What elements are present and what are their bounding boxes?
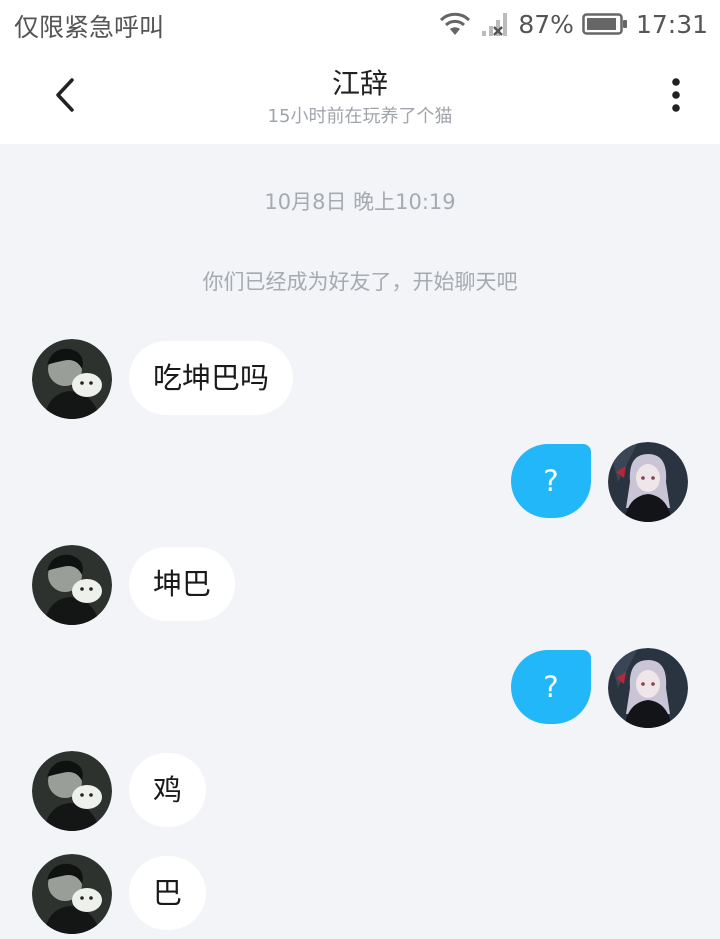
system-message: 你们已经成为好友了，开始聊天吧 [202, 270, 518, 294]
more-vertical-icon [671, 77, 681, 113]
message-row: ? [0, 442, 720, 522]
contact-name[interactable]: 江辞 [0, 62, 720, 102]
status-icons: 87% 17:31 [438, 8, 708, 40]
message-row: 坤巴 [0, 545, 720, 625]
message-row: 巴 [0, 854, 720, 934]
status-bar: 仅限紧急呼叫 87% 17:31 [0, 0, 720, 48]
message-row: 吃坤巴吗 [0, 339, 720, 419]
battery-percent: 87% [518, 9, 574, 39]
outgoing-message-bubble[interactable]: ? [511, 444, 591, 518]
message-row: ? [0, 648, 720, 728]
contact-avatar[interactable] [32, 854, 112, 934]
incoming-message-bubble[interactable]: 吃坤巴吗 [129, 341, 294, 415]
incoming-message-bubble[interactable]: 坤巴 [129, 547, 236, 621]
incoming-message-bubble[interactable]: 巴 [129, 856, 207, 930]
contact-avatar[interactable] [32, 339, 112, 419]
clock: 17:31 [635, 9, 708, 39]
incoming-message-bubble[interactable]: 鸡 [129, 753, 207, 827]
battery-icon [582, 12, 628, 36]
carrier-text: 仅限紧急呼叫 [14, 13, 165, 42]
wifi-icon [438, 11, 472, 37]
chat-header: 江辞 15小时前在玩养了个猫 [0, 48, 720, 144]
contact-status: 15小时前在玩养了个猫 [267, 106, 453, 127]
contact-avatar[interactable] [32, 751, 112, 831]
more-menu-button[interactable] [656, 70, 696, 120]
contact-avatar[interactable] [32, 545, 112, 625]
outgoing-message-bubble[interactable]: ? [511, 650, 591, 724]
signal-icon [480, 11, 510, 37]
user-avatar[interactable] [608, 648, 688, 728]
message-row: 鸡 [0, 751, 720, 831]
message-timestamp: 10月8日 晚上10:19 [264, 190, 456, 214]
user-avatar[interactable] [608, 442, 688, 522]
